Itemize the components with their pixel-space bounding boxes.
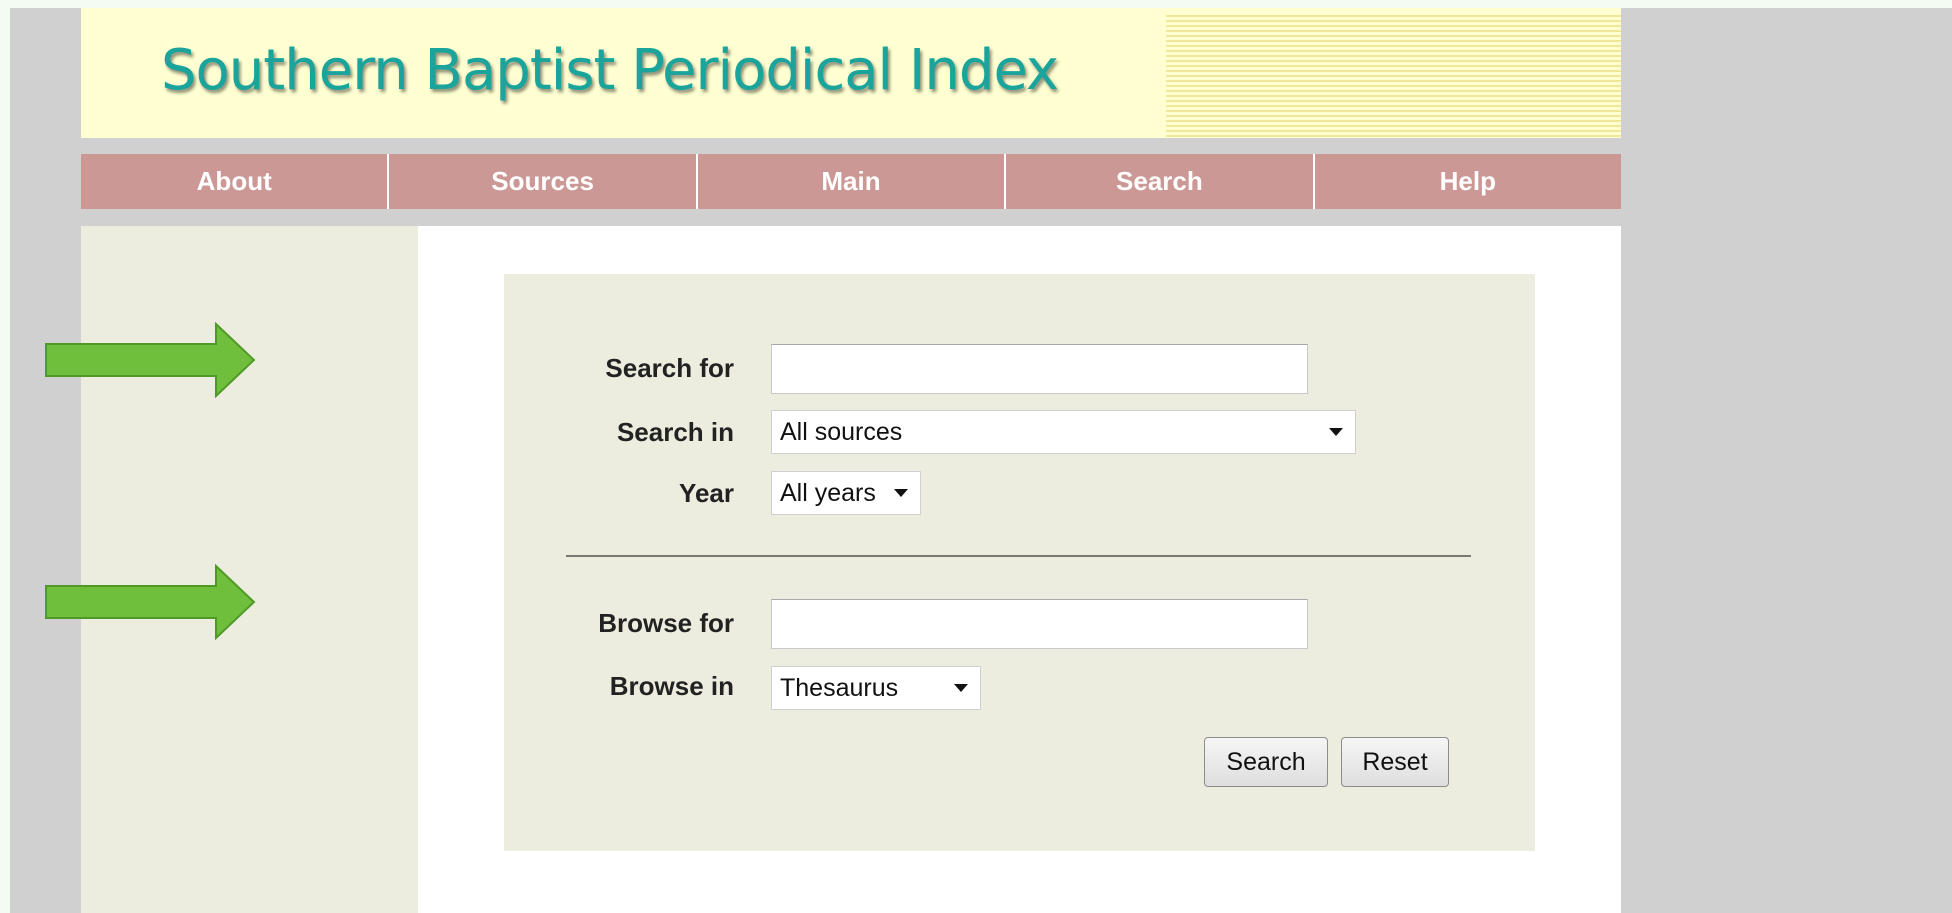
chevron-down-icon — [1329, 428, 1343, 436]
nav-item-main[interactable]: Main — [698, 154, 1007, 209]
browse-for-input[interactable] — [771, 599, 1308, 649]
search-in-selected-value: All sources — [780, 417, 903, 446]
annotation-arrow-search-icon — [45, 322, 256, 398]
browse-for-label: Browse for — [598, 608, 734, 638]
year-label: Year — [679, 478, 734, 508]
search-for-input[interactable] — [771, 344, 1308, 394]
search-for-label: Search for — [605, 353, 734, 383]
chevron-down-icon — [954, 684, 968, 692]
chevron-down-icon — [894, 489, 908, 497]
site-title: Southern Baptist Periodical Index — [161, 38, 1059, 103]
browse-in-label: Browse in — [609, 671, 734, 701]
left-margin-strip — [0, 0, 10, 913]
form-divider — [566, 555, 1471, 557]
nav-item-search[interactable]: Search — [1006, 154, 1315, 209]
site-banner: Southern Baptist Periodical Index — [81, 8, 1621, 138]
year-select[interactable]: All years — [771, 471, 921, 515]
year-selected-value: All years — [780, 478, 876, 507]
browse-in-selected-value: Thesaurus — [780, 673, 899, 702]
search-button[interactable]: Search — [1204, 737, 1328, 787]
nav-item-sources[interactable]: Sources — [389, 154, 698, 209]
nav-item-help[interactable]: Help — [1315, 154, 1621, 209]
reset-button[interactable]: Reset — [1341, 737, 1449, 787]
annotation-arrow-browse-icon — [45, 564, 256, 640]
browse-in-select[interactable]: Thesaurus — [771, 666, 981, 710]
main-navigation: About Sources Main Search Help — [81, 154, 1621, 209]
banner-stripe-decoration — [1166, 12, 1621, 138]
search-in-select[interactable]: All sources — [771, 410, 1356, 454]
search-in-label: Search in — [616, 417, 734, 447]
nav-item-about[interactable]: About — [81, 154, 390, 209]
